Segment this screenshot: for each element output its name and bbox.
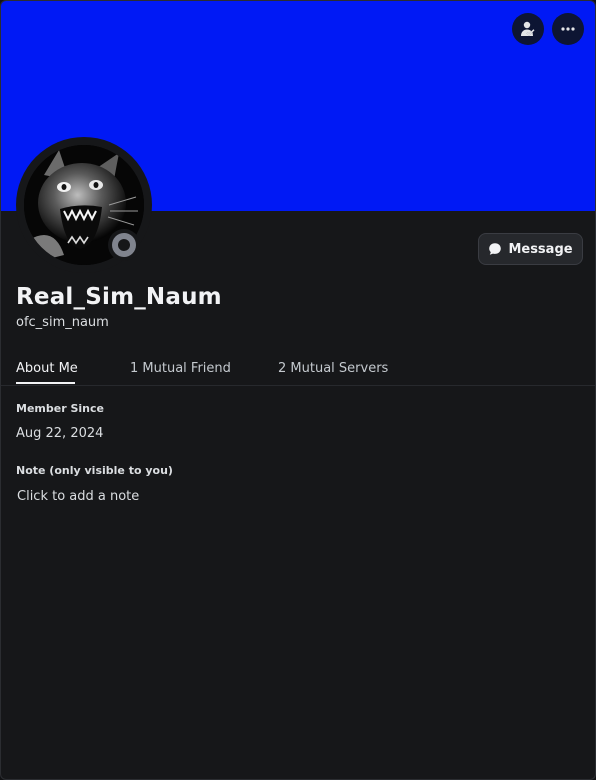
more-options-button[interactable] (552, 13, 584, 45)
message-button[interactable]: Message (478, 233, 583, 265)
tab-mutual-friends[interactable]: 1 Mutual Friend (130, 361, 231, 376)
member-since-label: Member Since (16, 402, 104, 415)
username[interactable]: ofc_sim_naum (16, 315, 109, 330)
user-profile-card: Message Real_Sim_Naum ofc_sim_naum About… (0, 0, 596, 780)
message-button-label: Message (508, 241, 573, 257)
tab-about-me[interactable]: About Me (16, 361, 78, 376)
display-name: Real_Sim_Naum (16, 284, 222, 310)
add-friend-icon (521, 21, 535, 36)
chat-bubble-icon (489, 243, 502, 255)
more-options-icon (561, 27, 575, 31)
active-tab-indicator (16, 382, 75, 384)
status-offline-indicator (112, 233, 136, 257)
note-label: Note (only visible to you) (16, 464, 173, 477)
add-friend-button[interactable] (512, 13, 544, 45)
tab-mutual-servers[interactable]: 2 Mutual Servers (278, 361, 388, 376)
note-input[interactable]: Click to add a note (17, 489, 139, 504)
member-since-value: Aug 22, 2024 (16, 426, 104, 441)
profile-tabs: About Me 1 Mutual Friend 2 Mutual Server… (1, 355, 595, 386)
